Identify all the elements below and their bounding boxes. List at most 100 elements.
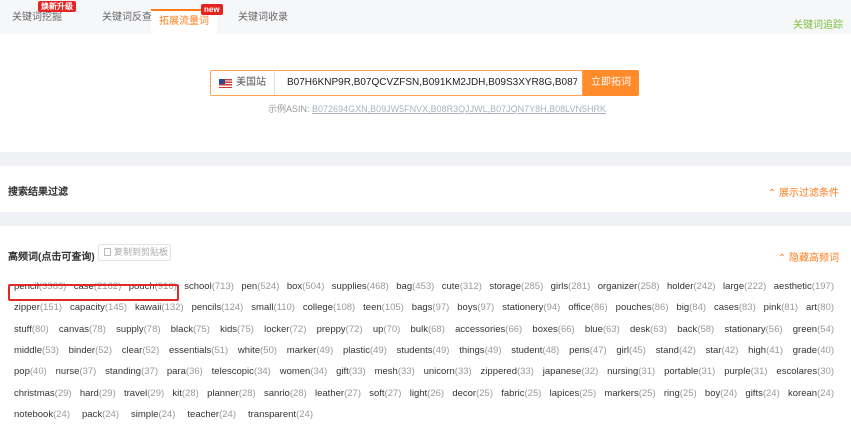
example-asin-link[interactable]: B072694GXN,B09JW5FNVX,B08R3QJJWL,B07JQN7…: [312, 104, 606, 114]
keyword-item[interactable]: women(34): [280, 366, 328, 377]
keyword-item[interactable]: cases(83): [714, 302, 756, 313]
keyword-item[interactable]: hard(29): [80, 388, 116, 399]
keyword-item[interactable]: light(26): [410, 388, 444, 399]
keyword-item[interactable]: planner(28): [207, 388, 256, 399]
keyword-item[interactable]: black(75): [171, 324, 210, 335]
site-select[interactable]: 美国站: [219, 71, 275, 95]
keyword-item[interactable]: bag(453): [396, 281, 434, 292]
keyword-item[interactable]: purple(31): [724, 366, 767, 377]
keyword-item[interactable]: storage(285): [489, 281, 543, 292]
keyword-item[interactable]: supplies(468): [332, 281, 389, 292]
keyword-item[interactable]: standing(37): [105, 366, 158, 377]
keyword-item[interactable]: transparent(24): [248, 409, 313, 420]
keyword-item[interactable]: ring(25): [664, 388, 697, 399]
keyword-item[interactable]: back(58): [677, 324, 714, 335]
keyword-item[interactable]: gifts(24): [745, 388, 779, 399]
keyword-item[interactable]: boxes(66): [532, 324, 574, 335]
keyword-item[interactable]: boy(24): [705, 388, 737, 399]
keyword-item[interactable]: locker(72): [264, 324, 306, 335]
keyword-item[interactable]: nurse(37): [56, 366, 97, 377]
keyword-item[interactable]: cute(312): [442, 281, 482, 292]
keyword-item[interactable]: holder(242): [667, 281, 716, 292]
keyword-item[interactable]: boys(97): [457, 302, 494, 313]
keyword-item[interactable]: kawaii(132): [135, 302, 184, 313]
keyword-item[interactable]: zipper(151): [14, 302, 62, 313]
keyword-item[interactable]: students(49): [397, 345, 450, 356]
keyword-item[interactable]: unicorn(33): [424, 366, 472, 377]
keyword-item[interactable]: portable(31): [664, 366, 715, 377]
keyword-item[interactable]: college(108): [303, 302, 355, 313]
keyword-item[interactable]: canvas(78): [59, 324, 106, 335]
keyword-item[interactable]: pouches(86): [616, 302, 669, 313]
keyword-item[interactable]: pink(81): [764, 302, 798, 313]
keyword-item[interactable]: bags(97): [412, 302, 450, 313]
keyword-item[interactable]: japanese(32): [543, 366, 598, 377]
show-filter-toggle[interactable]: ⌃ 展示过滤条件: [768, 184, 839, 199]
keyword-item[interactable]: pencil(3363): [14, 281, 66, 292]
keyword-item[interactable]: pop(40): [14, 366, 47, 377]
keyword-item[interactable]: gift(33): [336, 366, 366, 377]
tab-keyword-mining[interactable]: 关键词挖掘 焕新升级: [12, 1, 76, 27]
keyword-item[interactable]: pens(47): [569, 345, 607, 356]
keyword-item[interactable]: stuff(80): [14, 324, 49, 335]
keyword-item[interactable]: girls(281): [551, 281, 591, 292]
keyword-item[interactable]: big(84): [676, 302, 706, 313]
keyword-item[interactable]: binder(52): [69, 345, 112, 356]
keyword-item[interactable]: kit(28): [172, 388, 198, 399]
keyword-item[interactable]: grade(40): [793, 345, 834, 356]
keyword-item[interactable]: sanrio(28): [264, 388, 307, 399]
hide-high-frequency-toggle[interactable]: ⌃ 隐藏高频词: [778, 249, 839, 264]
keyword-tracking-link[interactable]: 关键词追踪: [793, 16, 843, 31]
keyword-item[interactable]: christmas(29): [14, 388, 72, 399]
keyword-item[interactable]: organizer(258): [598, 281, 660, 292]
keyword-item[interactable]: mesh(33): [375, 366, 415, 377]
keyword-item[interactable]: plastic(49): [343, 345, 387, 356]
asin-input[interactable]: [287, 71, 577, 95]
keyword-item[interactable]: accessories(66): [455, 324, 522, 335]
keyword-item[interactable]: lapices(25): [550, 388, 597, 399]
keyword-item[interactable]: stationary(56): [724, 324, 782, 335]
keyword-item[interactable]: office(86): [568, 302, 607, 313]
tab-expand-traffic-words[interactable]: 拓展流量词 new: [151, 4, 223, 34]
keyword-item[interactable]: green(54): [793, 324, 834, 335]
keyword-item[interactable]: preppy(72): [317, 324, 363, 335]
keyword-item[interactable]: box(504): [287, 281, 325, 292]
keyword-item[interactable]: bulk(68): [411, 324, 445, 335]
keyword-item[interactable]: decor(25): [452, 388, 493, 399]
copy-to-clipboard-button[interactable]: 复制到剪贴板: [98, 244, 171, 261]
tab-keyword-reverse[interactable]: 关键词反查: [102, 9, 152, 27]
keyword-item[interactable]: blue(63): [585, 324, 620, 335]
keyword-item[interactable]: large(222): [723, 281, 766, 292]
keyword-item[interactable]: pen(524): [241, 281, 279, 292]
keyword-item[interactable]: clear(52): [122, 345, 160, 356]
keyword-item[interactable]: pouch(916): [129, 281, 177, 292]
keyword-item[interactable]: small(110): [251, 302, 295, 313]
keyword-item[interactable]: telescopic(34): [212, 366, 271, 377]
keyword-item[interactable]: simple(24): [131, 409, 175, 420]
keyword-item[interactable]: notebook(24): [14, 409, 70, 420]
keyword-item[interactable]: soft(27): [369, 388, 401, 399]
keyword-item[interactable]: marker(49): [287, 345, 333, 356]
keyword-item[interactable]: middle(53): [14, 345, 59, 356]
keyword-item[interactable]: leather(27): [315, 388, 361, 399]
keyword-item[interactable]: things(49): [459, 345, 501, 356]
keyword-item[interactable]: up(70): [373, 324, 401, 335]
keyword-item[interactable]: high(41): [748, 345, 783, 356]
keyword-item[interactable]: stationery(94): [502, 302, 560, 313]
keyword-item[interactable]: para(36): [167, 366, 203, 377]
keyword-item[interactable]: aesthetic(197): [774, 281, 834, 292]
tab-keyword-indexing[interactable]: 关键词收录: [238, 9, 288, 27]
keyword-item[interactable]: markers(25): [604, 388, 655, 399]
keyword-item[interactable]: pack(24): [82, 409, 119, 420]
keyword-item[interactable]: zippered(33): [481, 366, 534, 377]
keyword-item[interactable]: nursing(31): [607, 366, 655, 377]
keyword-item[interactable]: fabric(25): [501, 388, 541, 399]
expand-words-button[interactable]: 立即拓词: [583, 70, 639, 96]
keyword-item[interactable]: student(48): [511, 345, 559, 356]
keyword-item[interactable]: desk(63): [630, 324, 667, 335]
keyword-item[interactable]: travel(29): [124, 388, 164, 399]
keyword-item[interactable]: supply(78): [116, 324, 160, 335]
keyword-item[interactable]: capacity(145): [70, 302, 127, 313]
keyword-item[interactable]: white(50): [238, 345, 277, 356]
keyword-item[interactable]: star(42): [706, 345, 739, 356]
